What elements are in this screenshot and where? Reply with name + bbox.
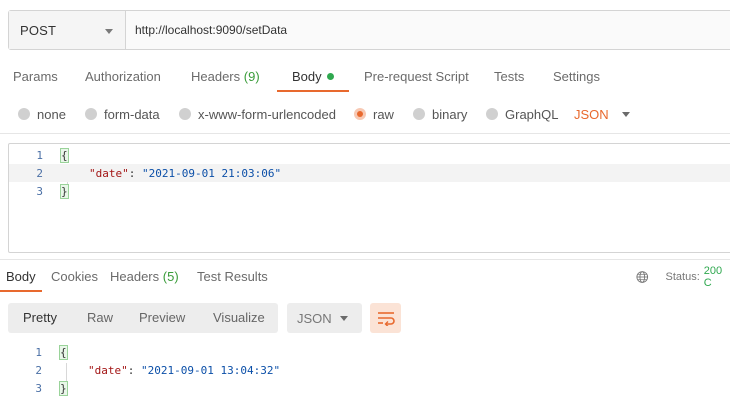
code-line: 3 } (9, 182, 730, 200)
radio-none-label: none (37, 106, 66, 122)
json-colon: : (128, 166, 142, 180)
code-line: 1 { (8, 343, 730, 361)
radio-binary[interactable]: binary (413, 102, 467, 126)
tab-headers-label: Headers (191, 69, 241, 84)
code-line: 2 "date": "2021-09-01 13:04:32" (8, 361, 730, 379)
radio-urlencoded-label: x-www-form-urlencoded (198, 106, 336, 122)
radio-circle-icon (179, 108, 191, 120)
radio-x-www-form-urlencoded[interactable]: x-www-form-urlencoded (179, 102, 336, 126)
radio-form-data-label: form-data (104, 106, 160, 122)
status-label: Status: (665, 271, 700, 283)
code-text: { (60, 147, 69, 163)
radio-raw[interactable]: raw (354, 102, 394, 126)
url-input[interactable]: http://localhost:9090/setData (126, 11, 730, 49)
tab-tests[interactable]: Tests (494, 62, 524, 92)
chevron-down-icon (621, 111, 630, 117)
chevron-down-icon (340, 316, 348, 321)
radio-binary-label: binary (432, 106, 468, 122)
view-pretty-button[interactable]: Pretty (23, 303, 57, 333)
divider (0, 133, 730, 134)
radio-selected-icon (354, 108, 366, 120)
chevron-down-icon (105, 29, 113, 34)
radio-circle-icon (413, 108, 425, 120)
view-visualize-button[interactable]: Visualize (213, 303, 265, 333)
tab-test-results[interactable]: Test Results (197, 263, 268, 291)
json-colon: : (127, 363, 141, 377)
response-headers-count: (5) (162, 269, 179, 284)
line-number: 2 (36, 166, 43, 180)
radio-form-data[interactable]: form-data (85, 102, 160, 126)
response-format-label: JSON (297, 310, 332, 326)
radio-none[interactable]: none (18, 102, 66, 126)
tab-response-headers-label: Headers (110, 269, 160, 284)
radio-circle-icon (18, 108, 30, 120)
request-url-bar: POST http://localhost:9090/setData (8, 10, 730, 50)
radio-graphql-label: GraphQL (505, 106, 559, 122)
divider (0, 259, 730, 260)
headers-count: (9) (243, 69, 260, 84)
response-view-segmented: Pretty Raw Preview Visualize (8, 303, 278, 333)
line-number: 1 (35, 345, 42, 359)
tab-pre-request-script[interactable]: Pre-request Script (364, 62, 469, 92)
body-modified-dot-icon (326, 73, 334, 80)
code-text: } (60, 183, 69, 199)
code-line: 2 "date": "2021-09-01 21:03:06" (9, 164, 730, 182)
tab-params[interactable]: Params (13, 62, 58, 92)
response-format-select[interactable]: JSON (287, 303, 362, 333)
radio-graphql[interactable]: GraphQL (486, 102, 558, 126)
json-value: "2021-09-01 21:03:06" (142, 166, 282, 180)
body-language-select[interactable]: JSON (574, 102, 630, 126)
tab-settings[interactable]: Settings (553, 62, 600, 92)
method-select[interactable]: POST (9, 11, 126, 49)
code-text: "date": "2021-09-01 21:03:06" (89, 167, 281, 180)
json-key: "date" (88, 363, 128, 377)
line-number: 1 (36, 148, 43, 162)
code-line: 1 { (9, 146, 730, 164)
request-tabs: Params Authorization Headers (9) Body Pr… (0, 62, 730, 94)
radio-circle-icon (486, 108, 498, 120)
radio-circle-icon (85, 108, 97, 120)
tab-body[interactable]: Body (292, 62, 334, 92)
body-language-label: JSON (574, 106, 609, 122)
tab-authorization[interactable]: Authorization (85, 62, 161, 92)
tab-response-body[interactable]: Body (6, 263, 36, 291)
request-body-editor[interactable]: 1 { 2 "date": "2021-09-01 21:03:06" 3 } (8, 143, 730, 253)
tab-headers[interactable]: Headers (9) (191, 62, 260, 92)
line-number: 2 (35, 363, 42, 377)
view-preview-button[interactable]: Preview (139, 303, 185, 333)
tab-body-label: Body (292, 69, 322, 84)
radio-raw-label: raw (373, 106, 394, 122)
json-key: "date" (89, 166, 129, 180)
status-code[interactable]: 200 C (704, 265, 730, 289)
wrap-lines-button[interactable] (370, 303, 401, 333)
active-tab-indicator (277, 90, 349, 92)
open-brace: { (60, 147, 69, 163)
json-value: "2021-09-01 13:04:32" (141, 363, 281, 377)
wrap-lines-icon (377, 312, 395, 326)
open-brace: { (59, 344, 68, 360)
line-number: 3 (35, 381, 42, 395)
tab-response-headers[interactable]: Headers (5) (110, 263, 179, 291)
code-text: "date": "2021-09-01 13:04:32" (88, 364, 280, 377)
close-brace: } (60, 183, 69, 199)
line-number: 3 (36, 184, 43, 198)
view-raw-button[interactable]: Raw (87, 303, 113, 333)
active-tab-indicator (0, 290, 42, 292)
response-status: Status: 200 C (636, 263, 730, 291)
code-line: 3 } (8, 379, 730, 397)
code-text: { (59, 344, 68, 360)
response-tabs: Body Cookies Headers (5) Test Results (0, 263, 730, 293)
code-text: } (59, 380, 68, 396)
method-label: POST (20, 22, 57, 38)
tab-cookies[interactable]: Cookies (51, 263, 98, 291)
close-brace: } (59, 380, 68, 396)
globe-icon[interactable] (636, 270, 649, 284)
response-body-viewer[interactable]: 1 { 2 "date": "2021-09-01 13:04:32" 3 } (8, 341, 730, 401)
